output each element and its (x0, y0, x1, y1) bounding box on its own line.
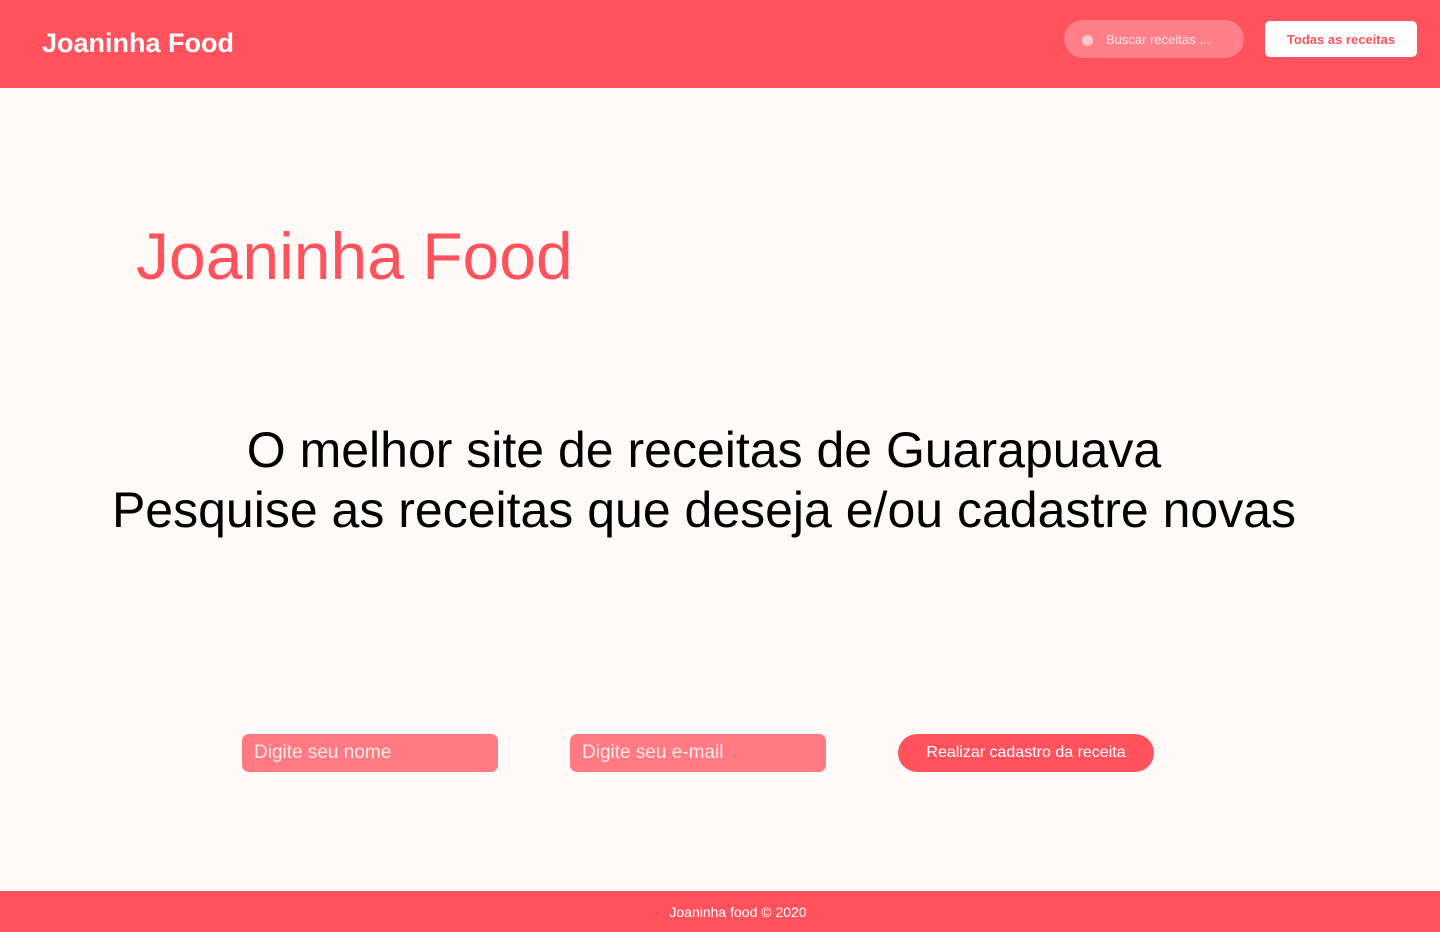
search-input[interactable] (1106, 20, 1232, 58)
search-icon (1082, 35, 1093, 46)
name-field[interactable] (242, 734, 498, 772)
tagline: O melhor site de receitas de Guarapuava … (0, 420, 1408, 540)
top-navigation-bar: Joaninha Food Todas as receitas (0, 0, 1440, 88)
tagline-line-1: O melhor site de receitas de Guarapuava (246, 422, 1162, 478)
all-recipes-button[interactable]: Todas as receitas (1265, 21, 1417, 57)
footer-copyright: Joaninha food © 2020 (669, 904, 807, 920)
search-box[interactable] (1064, 20, 1244, 58)
email-field[interactable] (570, 734, 826, 772)
hero-title: Joaninha Food (136, 219, 573, 293)
register-recipe-button[interactable]: Realizar cadastro da receita (898, 734, 1154, 772)
tagline-line-2: Pesquise as receitas que deseja e/ou cad… (111, 482, 1297, 538)
brand-logo[interactable]: Joaninha Food (42, 27, 234, 59)
footer: Joaninha food © 2020 (0, 891, 1440, 932)
